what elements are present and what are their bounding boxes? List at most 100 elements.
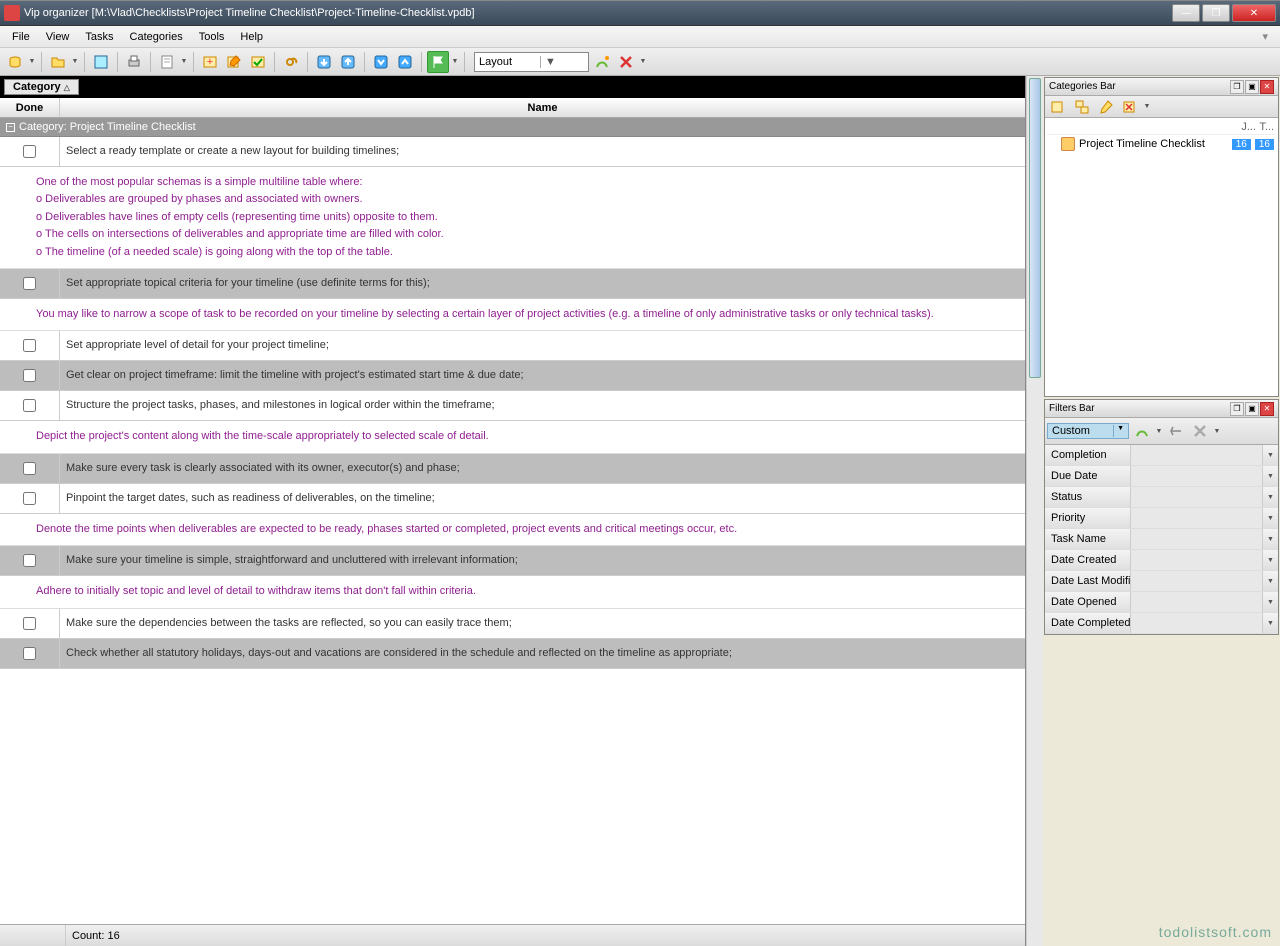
complete-task-icon[interactable] [247,51,269,73]
delete-filter-icon[interactable] [1189,420,1211,442]
dropdown-icon[interactable]: ▼ [639,58,647,65]
dropdown-icon[interactable]: ▼ [1213,428,1221,435]
edit-task-icon[interactable] [223,51,245,73]
dropdown-icon[interactable]: ▼ [451,58,459,65]
dropdown-icon[interactable]: ▼ [1262,529,1278,549]
filter-preset-select[interactable]: Custom ▼ [1047,423,1129,439]
menu-file[interactable]: File [4,29,38,45]
category-item[interactable]: Project Timeline Checklist 16 16 [1047,135,1276,153]
done-checkbox[interactable] [23,339,36,352]
filter-row[interactable]: Date Completed▼ [1045,613,1278,634]
done-checkbox[interactable] [23,617,36,630]
open-icon[interactable] [47,51,69,73]
pin-icon[interactable]: ▣ [1245,402,1259,416]
delete-category-icon[interactable] [1119,96,1141,118]
layout-delete-icon[interactable] [615,51,637,73]
group-by-column[interactable]: Category △ [4,79,79,95]
edit-category-icon[interactable] [1095,96,1117,118]
dropdown-icon[interactable]: ▼ [71,58,79,65]
task-row[interactable]: Make sure the dependencies between the t… [0,609,1025,639]
preview-icon[interactable] [156,51,178,73]
collapse-icon[interactable]: − [6,123,15,132]
filter-value[interactable] [1131,592,1262,612]
dropdown-icon[interactable]: ▼ [1262,550,1278,570]
flag-icon[interactable] [427,51,449,73]
task-row[interactable]: Set appropriate topical criteria for you… [0,269,1025,299]
done-checkbox[interactable] [23,369,36,382]
priority-down-icon[interactable] [370,51,392,73]
vertical-scrollbar[interactable] [1026,76,1043,946]
filter-value[interactable] [1131,571,1262,591]
close-button[interactable]: ✕ [1232,4,1276,22]
link-icon[interactable] [280,51,302,73]
maximize-button[interactable]: ❐ [1202,4,1230,22]
filter-row[interactable]: Due Date▼ [1045,466,1278,487]
done-checkbox[interactable] [23,145,36,158]
done-checkbox[interactable] [23,277,36,290]
filter-value[interactable] [1131,466,1262,486]
clear-filter-icon[interactable] [1165,420,1187,442]
new-subcategory-icon[interactable] [1071,96,1093,118]
task-row[interactable]: Check whether all statutory holidays, da… [0,639,1025,669]
grid-body[interactable]: −Category: Project Timeline ChecklistSel… [0,118,1025,924]
filter-row[interactable]: Status▼ [1045,487,1278,508]
save-icon[interactable] [90,51,112,73]
apply-filter-icon[interactable] [1131,420,1153,442]
dropdown-icon[interactable]: ▼ [28,58,36,65]
task-row[interactable]: Make sure every task is clearly associat… [0,454,1025,484]
scroll-thumb[interactable] [1029,78,1041,378]
menu-categories[interactable]: Categories [122,29,191,45]
new-category-icon[interactable] [1047,96,1069,118]
column-done[interactable]: Done [0,98,60,117]
new-db-icon[interactable] [4,51,26,73]
dropdown-icon[interactable]: ▼ [1262,508,1278,528]
menu-help[interactable]: Help [232,29,271,45]
dropdown-icon[interactable]: ▼ [1262,487,1278,507]
filter-value[interactable] [1131,613,1262,633]
filter-row[interactable]: Date Created▼ [1045,550,1278,571]
layout-selector[interactable]: Layout ▼ [474,52,589,72]
move-down-icon[interactable] [313,51,335,73]
filter-row[interactable]: Date Last Modifie▼ [1045,571,1278,592]
group-row[interactable]: −Category: Project Timeline Checklist [0,118,1025,137]
filter-value[interactable] [1131,445,1262,465]
dropdown-icon[interactable]: ▼ [1262,613,1278,633]
close-panel-icon[interactable]: ✕ [1260,402,1274,416]
dropdown-icon[interactable]: ▼ [1262,592,1278,612]
done-checkbox[interactable] [23,399,36,412]
task-row[interactable]: Pinpoint the target dates, such as readi… [0,484,1025,514]
menu-overflow-icon[interactable]: ▾ [1254,28,1276,45]
task-row[interactable]: Get clear on project timeframe: limit th… [0,361,1025,391]
filter-value[interactable] [1131,529,1262,549]
column-name[interactable]: Name [60,98,1025,117]
task-row[interactable]: Select a ready template or create a new … [0,137,1025,167]
dropdown-icon[interactable]: ▼ [1262,571,1278,591]
filter-row[interactable]: Task Name▼ [1045,529,1278,550]
done-checkbox[interactable] [23,554,36,567]
done-checkbox[interactable] [23,647,36,660]
menu-tasks[interactable]: Tasks [77,29,121,45]
filter-row[interactable]: Date Opened▼ [1045,592,1278,613]
new-task-icon[interactable]: + [199,51,221,73]
done-checkbox[interactable] [23,462,36,475]
filter-row[interactable]: Completion▼ [1045,445,1278,466]
filter-row[interactable]: Priority▼ [1045,508,1278,529]
print-icon[interactable] [123,51,145,73]
task-row[interactable]: Structure the project tasks, phases, and… [0,391,1025,421]
task-row[interactable]: Set appropriate level of detail for your… [0,331,1025,361]
filter-value[interactable] [1131,550,1262,570]
restore-icon[interactable]: ❐ [1230,80,1244,94]
categories-tree[interactable]: J... T... Project Timeline Checklist 16 … [1045,118,1278,396]
filter-value[interactable] [1131,487,1262,507]
task-row[interactable]: Make sure your timeline is simple, strai… [0,546,1025,576]
dropdown-icon[interactable]: ▼ [1262,466,1278,486]
close-panel-icon[interactable]: ✕ [1260,80,1274,94]
filter-value[interactable] [1131,508,1262,528]
dropdown-icon[interactable]: ▼ [180,58,188,65]
layout-save-icon[interactable] [591,51,613,73]
minimize-button[interactable]: — [1172,4,1200,22]
dropdown-icon[interactable]: ▼ [1262,445,1278,465]
dropdown-icon[interactable]: ▼ [1155,428,1163,435]
menu-view[interactable]: View [38,29,78,45]
dropdown-icon[interactable]: ▼ [1143,103,1151,110]
